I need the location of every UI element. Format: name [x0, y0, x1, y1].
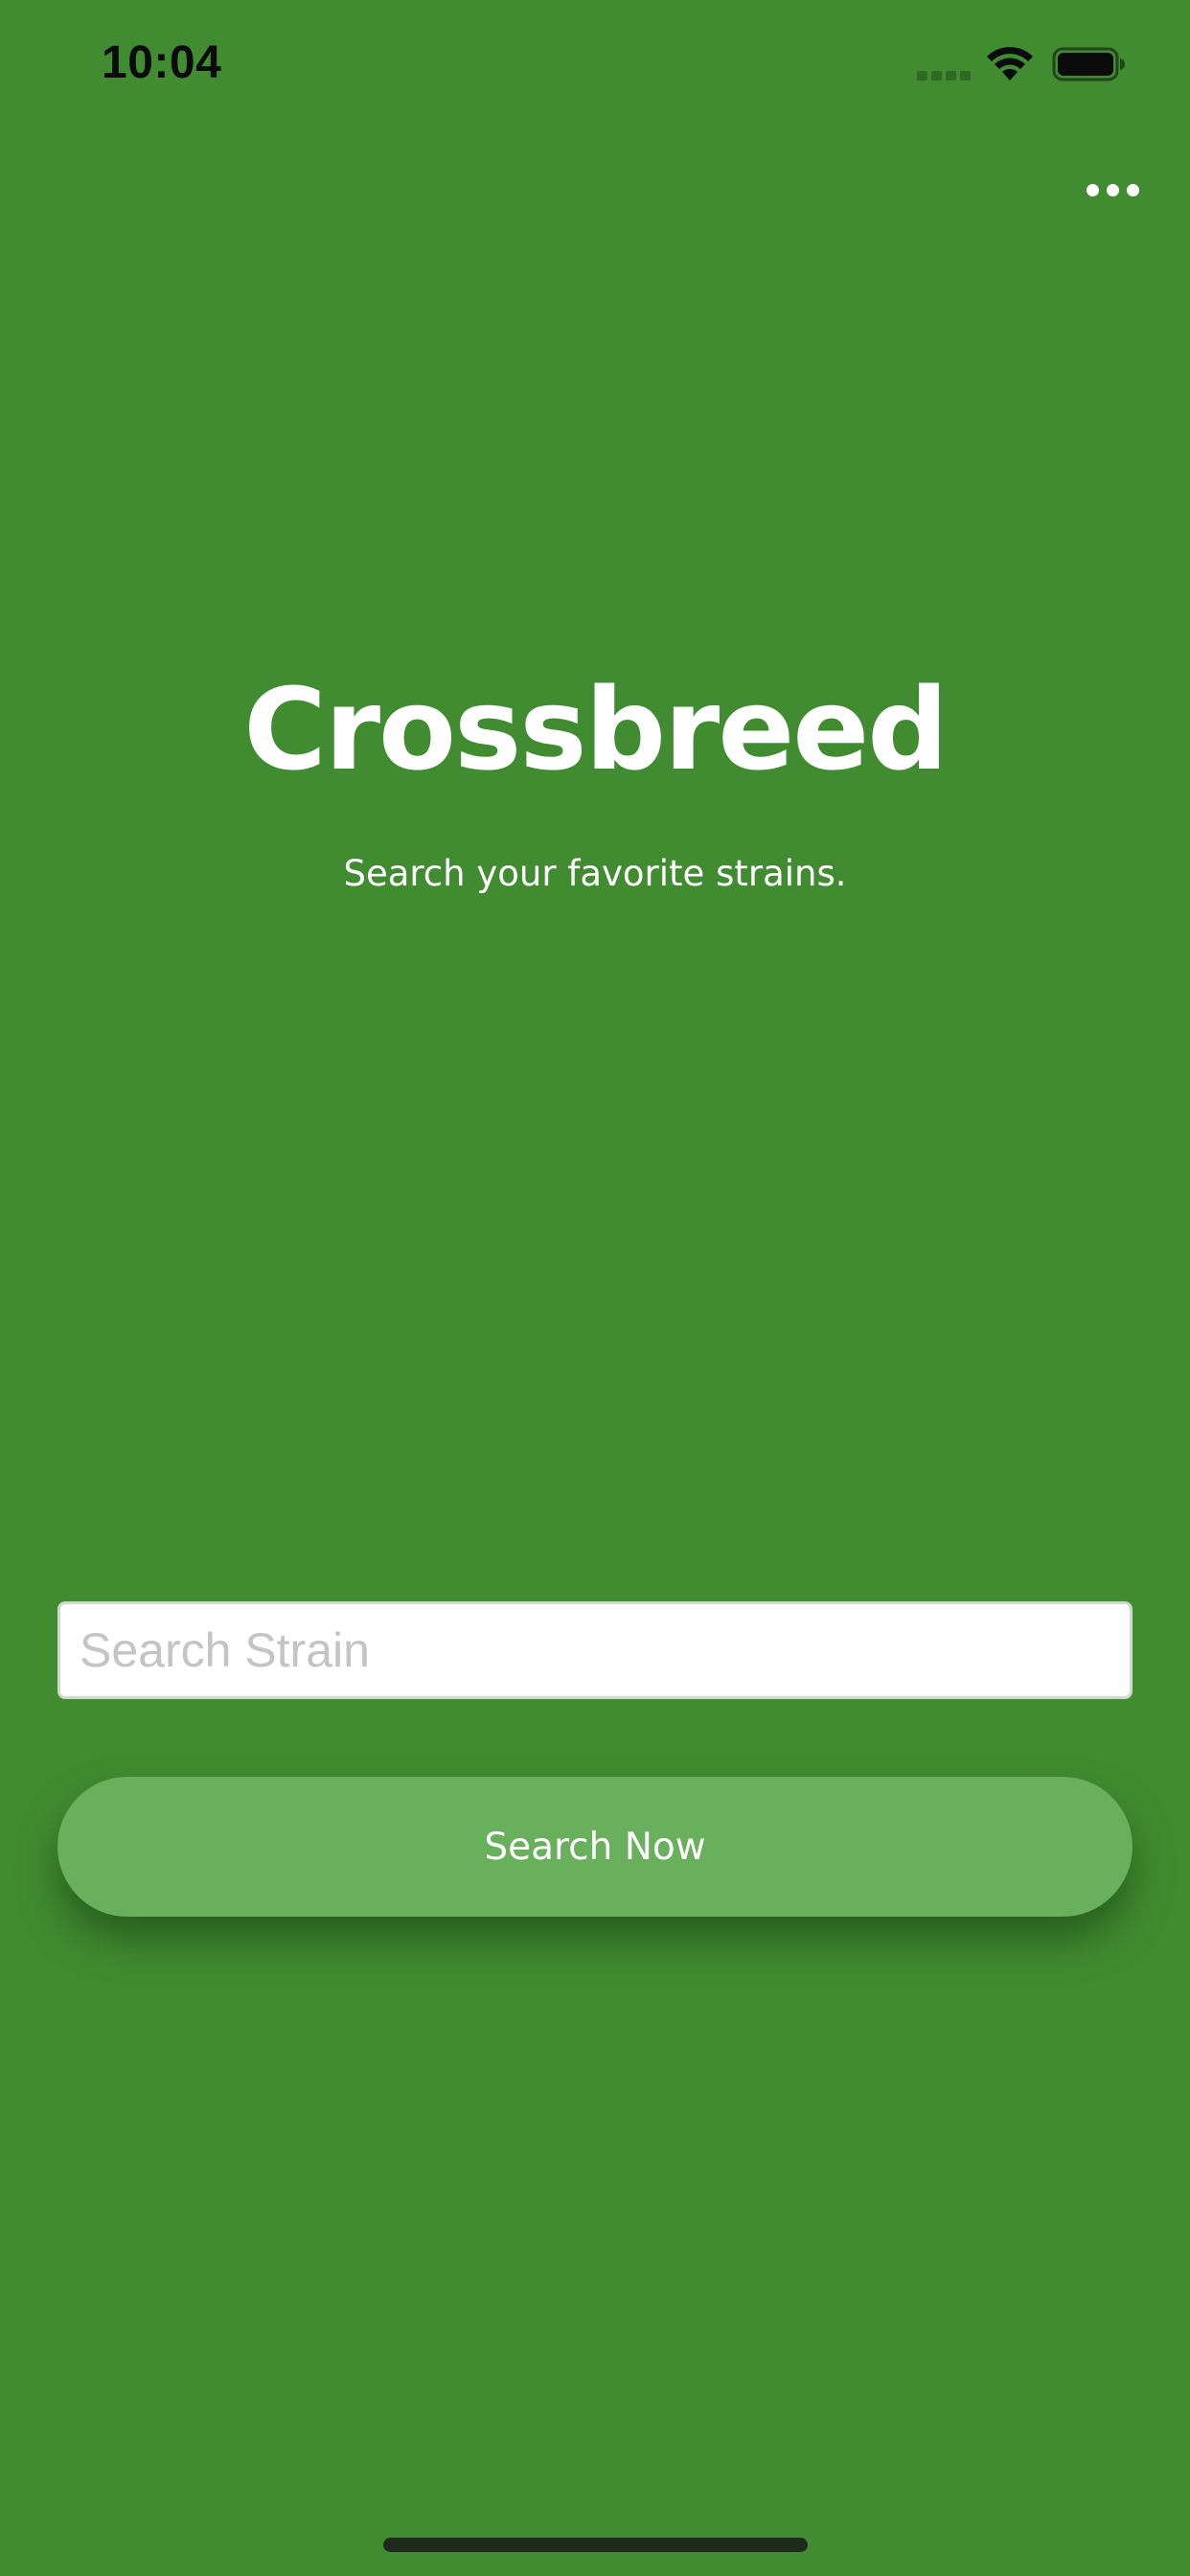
app-title: Crossbreed: [243, 663, 949, 795]
more-options-button[interactable]: [1077, 171, 1148, 209]
cellular-signal-icon: [917, 67, 973, 80]
more-horizontal-icon: [1106, 183, 1119, 196]
status-time: 10:04: [102, 37, 222, 88]
wifi-icon: [987, 47, 1033, 80]
status-bar: 10:04: [0, 0, 1190, 126]
search-strain-input[interactable]: [57, 1601, 1133, 1699]
home-indicator[interactable]: [383, 2538, 808, 2552]
more-horizontal-icon: [1126, 183, 1139, 196]
more-horizontal-icon: [1086, 183, 1099, 196]
search-now-button[interactable]: Search Now: [57, 1777, 1133, 1917]
battery-icon: [1052, 47, 1125, 81]
app-subtitle: Search your favorite strains.: [343, 853, 847, 894]
